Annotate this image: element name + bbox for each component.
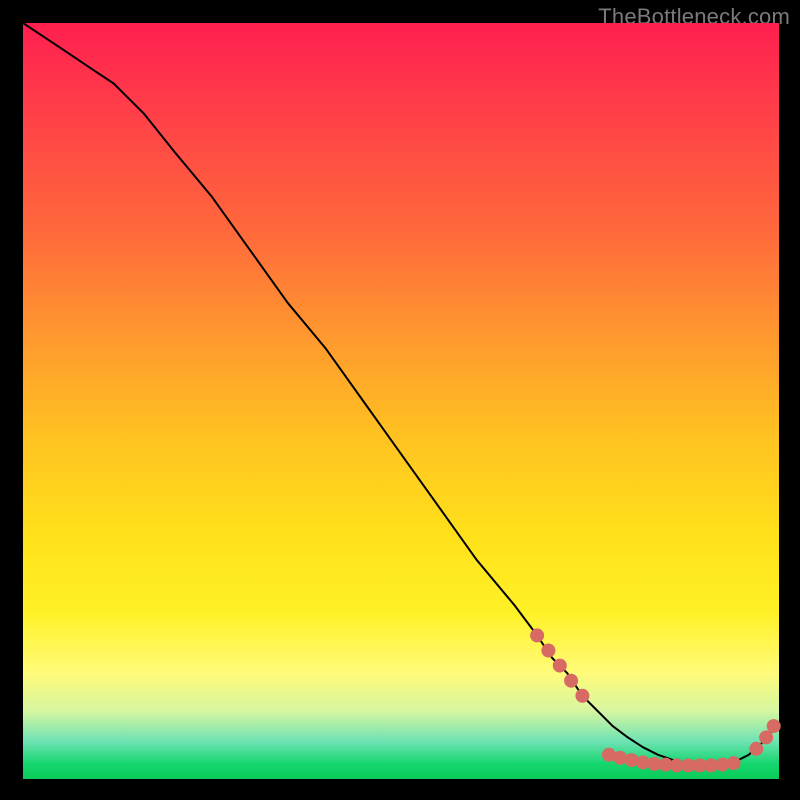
curve-marker: [564, 674, 578, 688]
curve-marker: [530, 628, 544, 642]
bottleneck-curve: [23, 23, 779, 765]
chart-stage: TheBottleneck.com: [0, 0, 800, 800]
curve-markers: [530, 628, 781, 772]
curve-marker: [767, 719, 781, 733]
curve-marker: [727, 756, 741, 770]
curve-marker: [749, 742, 763, 756]
curve-marker: [553, 659, 567, 673]
curve-layer: [23, 23, 779, 779]
curve-marker: [541, 644, 555, 658]
curve-marker: [575, 689, 589, 703]
plot-area: [23, 23, 779, 779]
